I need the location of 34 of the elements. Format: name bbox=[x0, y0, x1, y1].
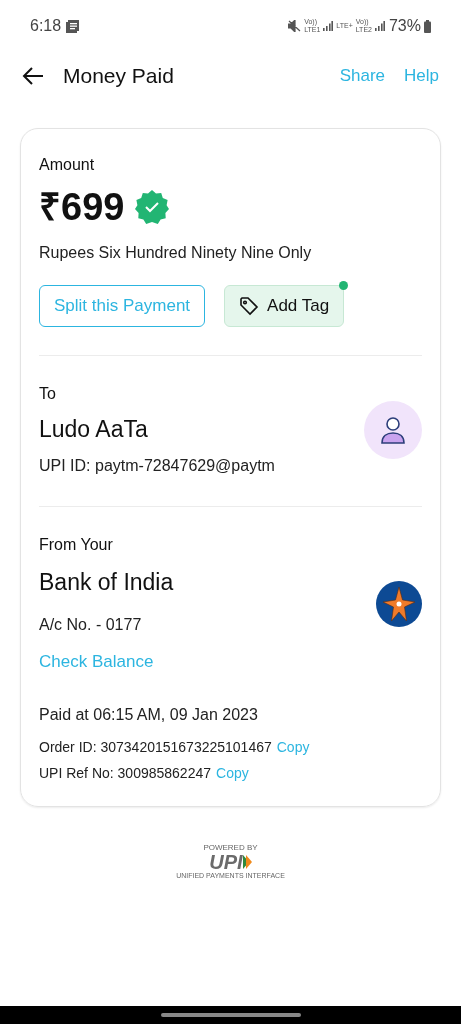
signal-icon bbox=[374, 21, 385, 31]
battery-icon bbox=[424, 19, 431, 33]
amount-value: ₹699 bbox=[39, 185, 125, 229]
paid-at: Paid at 06:15 AM, 09 Jan 2023 bbox=[39, 704, 259, 725]
signal-icon bbox=[323, 21, 334, 31]
status-time: 6:18 bbox=[30, 16, 62, 36]
reference-id: Order ID: 3073420151673225101467 bbox=[39, 737, 272, 757]
person-icon bbox=[380, 415, 406, 444]
upi-arrow-icon bbox=[242, 854, 252, 869]
to-label: To bbox=[39, 384, 57, 404]
copy-link[interactable]: Copy bbox=[276, 736, 310, 758]
header-link[interactable]: Share bbox=[339, 63, 386, 89]
amount-label: Amount bbox=[39, 155, 96, 175]
account-number: A/c No. - 0177 bbox=[39, 615, 143, 635]
upi-wordmark: UPI bbox=[209, 851, 243, 872]
notification-icon bbox=[66, 19, 80, 33]
back-arrow-icon[interactable] bbox=[22, 67, 44, 85]
split-payment-button[interactable]: Split this Payment bbox=[39, 285, 206, 327]
bank-name: Bank of India bbox=[39, 567, 175, 597]
payee-name: Ludo AaTa bbox=[39, 415, 149, 444]
page-title: Money Paid bbox=[63, 63, 175, 90]
upi-id: UPI ID: paytm-72847629@paytm bbox=[39, 455, 276, 476]
tag-icon bbox=[239, 296, 260, 316]
from-label: From Your bbox=[39, 534, 114, 555]
powered-by-text: POWERED BY bbox=[203, 842, 258, 852]
battery-percent: 73% bbox=[388, 16, 421, 36]
copy-link[interactable]: Copy bbox=[216, 762, 249, 784]
bank-logo-icon bbox=[376, 580, 422, 627]
reference-id: UPI Ref No: 300985862247 bbox=[39, 763, 211, 783]
gesture-handle[interactable] bbox=[160, 1013, 301, 1017]
check-balance-link[interactable]: Check Balance bbox=[39, 649, 376, 675]
amount-in-words: Rupees Six Hundred Ninety Nine Only bbox=[39, 243, 313, 263]
header-link[interactable]: Help bbox=[404, 63, 439, 89]
mute-icon bbox=[288, 20, 302, 32]
